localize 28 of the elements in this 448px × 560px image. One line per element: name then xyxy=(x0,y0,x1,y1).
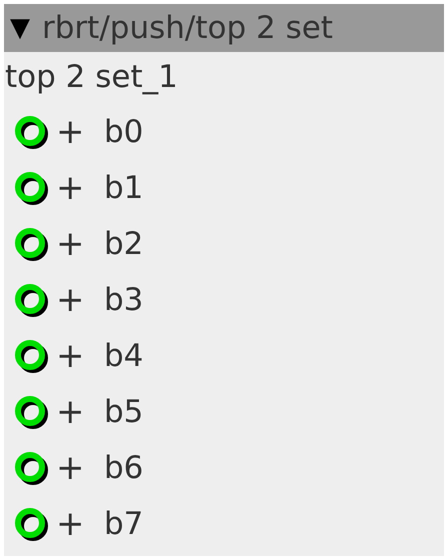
expand-toggle[interactable]: + xyxy=(56,451,86,485)
expand-toggle[interactable]: + xyxy=(56,115,86,149)
expand-toggle[interactable]: + xyxy=(56,227,86,261)
item-label: b1 xyxy=(104,172,144,204)
status-ring-icon xyxy=(14,451,48,485)
item-label: b6 xyxy=(104,452,144,484)
expand-toggle[interactable]: + xyxy=(56,395,86,429)
item-label: b7 xyxy=(104,508,144,540)
item-label: b5 xyxy=(104,396,144,428)
group-title: top 2 set_1 xyxy=(5,62,178,97)
status-ring-icon xyxy=(14,227,48,261)
header-bar[interactable]: ▼ rbrt/push/top 2 set xyxy=(4,4,444,52)
item-label: b2 xyxy=(104,228,144,260)
expand-toggle[interactable]: + xyxy=(56,171,86,205)
status-ring-icon xyxy=(14,171,48,205)
item-label: b3 xyxy=(104,284,144,316)
status-ring-icon xyxy=(14,507,48,541)
header-title: rbrt/push/top 2 set xyxy=(42,12,333,44)
item-label: b4 xyxy=(104,340,144,372)
expand-toggle[interactable]: + xyxy=(56,339,86,373)
collapse-toggle[interactable]: ▼ xyxy=(10,15,30,41)
status-ring-icon xyxy=(14,283,48,317)
status-ring-icon xyxy=(14,339,48,373)
status-ring-icon xyxy=(14,115,48,149)
status-ring-icon xyxy=(14,395,48,429)
item-label: b0 xyxy=(104,116,144,148)
expand-toggle[interactable]: + xyxy=(56,507,86,541)
expand-toggle[interactable]: + xyxy=(56,283,86,317)
